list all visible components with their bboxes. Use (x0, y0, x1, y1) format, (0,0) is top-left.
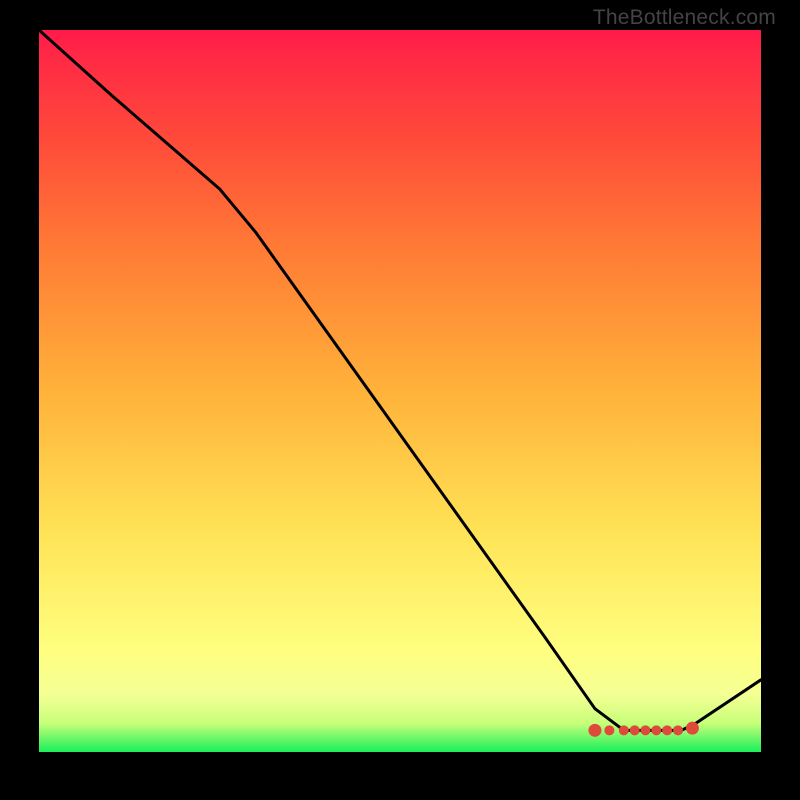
marker-dot (604, 725, 614, 735)
chart-background (39, 30, 761, 752)
marker-dot (619, 725, 629, 735)
marker-dot (651, 725, 661, 735)
marker-dot (686, 722, 699, 735)
watermark-text: TheBottleneck.com (593, 6, 776, 30)
marker-dot (662, 725, 672, 735)
marker-dot (673, 725, 683, 735)
marker-dot (640, 725, 650, 735)
marker-dot (588, 724, 601, 737)
chart-plot-area (39, 30, 761, 752)
chart-svg (39, 30, 761, 752)
marker-dot (630, 725, 640, 735)
